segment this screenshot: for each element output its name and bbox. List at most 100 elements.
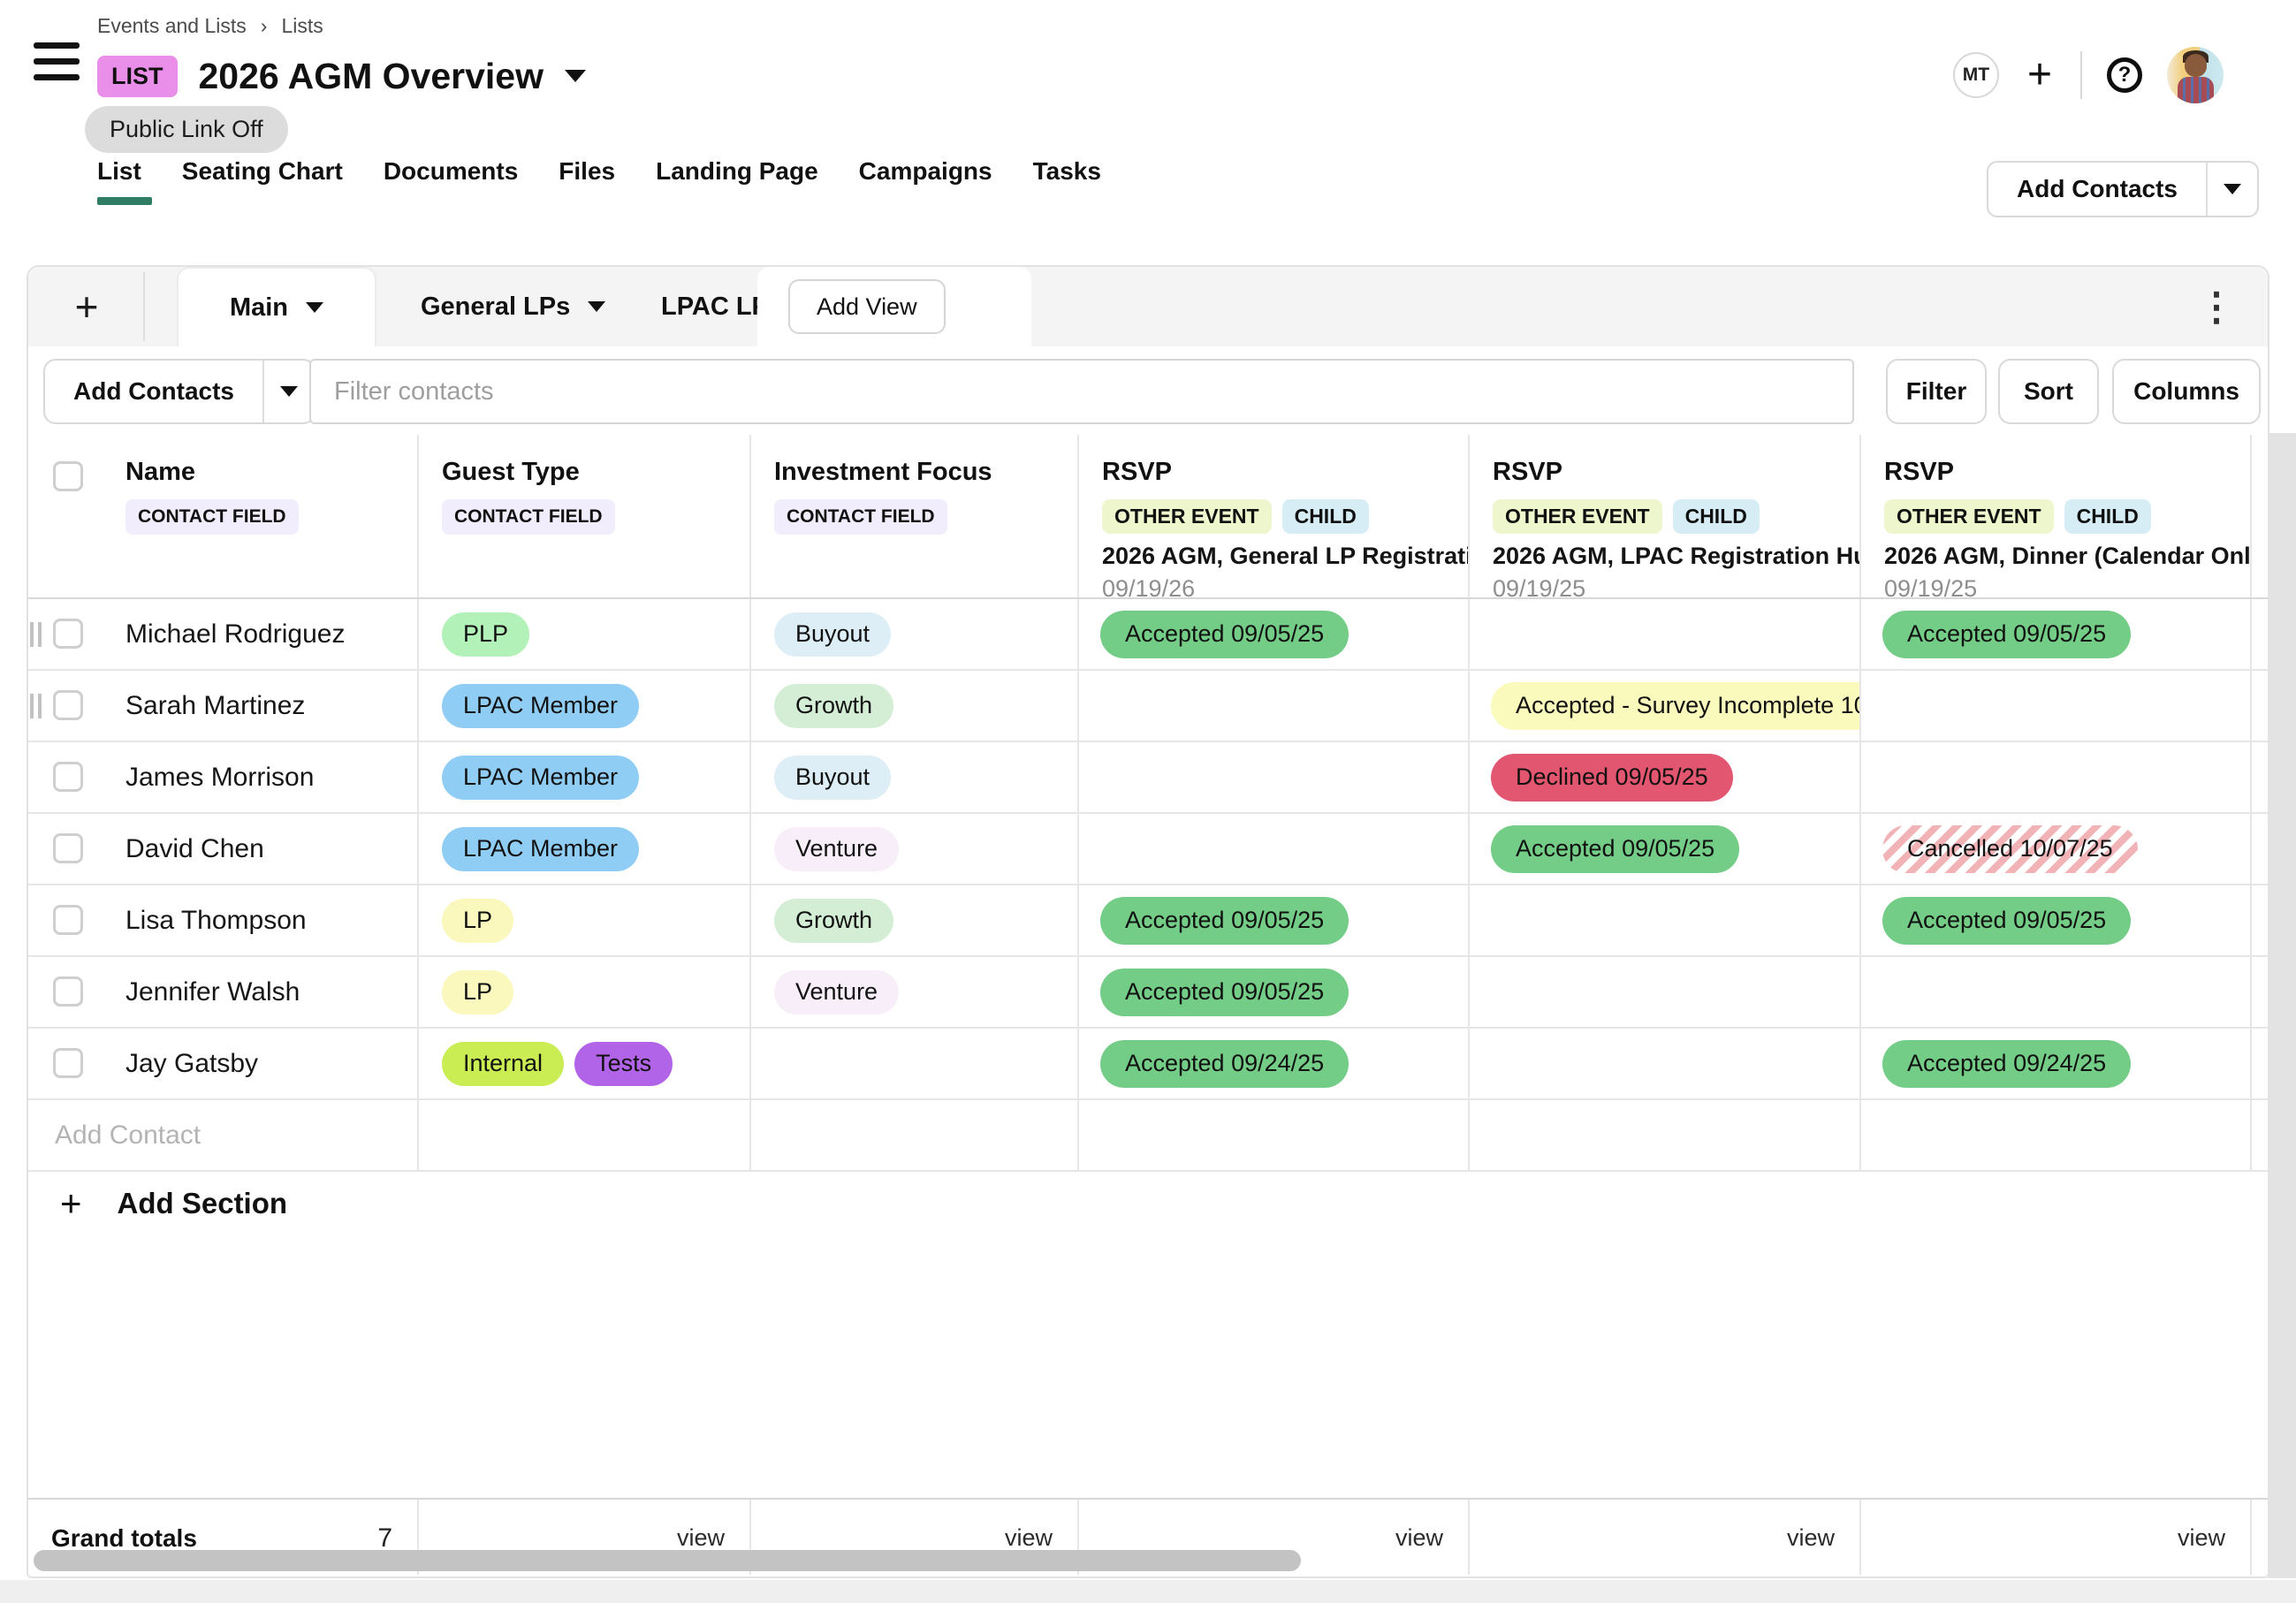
totals-view-link[interactable]: view xyxy=(1787,1524,1859,1552)
user-avatar[interactable] xyxy=(2167,47,2224,103)
cell-investment-focus[interactable]: Venture xyxy=(751,814,1079,884)
public-link-status-badge[interactable]: Public Link Off xyxy=(85,106,288,153)
view-tab-main-caret-icon[interactable] xyxy=(306,302,323,313)
cell-investment-focus[interactable]: Venture xyxy=(751,957,1079,1027)
cell-contact-name[interactable]: Michael Rodriguez xyxy=(28,599,419,669)
row-checkbox[interactable] xyxy=(53,762,83,792)
cell-rsvp-1[interactable] xyxy=(1079,671,1470,741)
column-header-name[interactable]: NameCONTACT FIELD xyxy=(28,435,419,597)
cell-contact-name[interactable]: David Chen xyxy=(28,814,419,884)
cell-guest-type[interactable]: PLP xyxy=(419,599,751,669)
tab-documents[interactable]: Documents xyxy=(384,157,518,205)
cell-rsvp-1[interactable]: Accepted 09/05/25 xyxy=(1079,599,1470,669)
cell-rsvp-3[interactable] xyxy=(1861,671,2252,741)
cell-investment-focus[interactable]: Growth xyxy=(751,671,1079,741)
column-header-rsvp[interactable]: RSVPOTHER EVENTCHILD2026 AGM, General LP… xyxy=(1079,435,1470,597)
add-icon[interactable]: + xyxy=(2024,54,2056,96)
tab-campaigns[interactable]: Campaigns xyxy=(859,157,992,205)
cell-rsvp-4[interactable]: Accepted xyxy=(2252,1029,2268,1098)
view-tab-general-lps[interactable]: General LPs xyxy=(421,267,605,346)
cell-investment-focus[interactable]: Buyout xyxy=(751,599,1079,669)
cell-guest-type[interactable]: LP xyxy=(419,885,751,955)
filter-button[interactable]: Filter xyxy=(1886,359,1987,424)
cell-rsvp-3[interactable] xyxy=(1861,742,2252,812)
add-view-tab-icon[interactable]: + xyxy=(53,267,120,346)
cell-rsvp-2[interactable] xyxy=(1470,885,1861,955)
columns-button[interactable]: Columns xyxy=(2112,359,2261,424)
cell-contact-name[interactable]: Sarah Martinez xyxy=(28,671,419,741)
select-all-checkbox[interactable] xyxy=(53,461,83,491)
breadcrumb-lists[interactable]: Lists xyxy=(281,14,323,38)
menu-icon[interactable] xyxy=(34,42,80,81)
vertical-scrollbar-track[interactable] xyxy=(2268,433,2296,1578)
tab-landing-page[interactable]: Landing Page xyxy=(656,157,818,205)
cell-contact-name[interactable]: James Morrison xyxy=(28,742,419,812)
cell-guest-type[interactable]: LPAC Member xyxy=(419,671,751,741)
cell-guest-type[interactable]: LP xyxy=(419,957,751,1027)
drag-handle-icon[interactable] xyxy=(30,694,42,718)
cell-investment-focus[interactable] xyxy=(751,1029,1079,1098)
totals-view-link[interactable]: view xyxy=(1005,1524,1077,1552)
cell-contact-name[interactable]: Jay Gatsby xyxy=(28,1029,419,1098)
cell-investment-focus[interactable]: Buyout xyxy=(751,742,1079,812)
kebab-menu-icon[interactable]: ⋮ xyxy=(2197,267,2236,346)
view-tab-main[interactable]: Main xyxy=(177,267,376,346)
cell-rsvp-3[interactable]: Cancelled 10/07/25 xyxy=(1861,814,2252,884)
cell-rsvp-2[interactable] xyxy=(1470,599,1861,669)
sort-button[interactable]: Sort xyxy=(1998,359,2099,424)
cell-investment-focus[interactable]: Growth xyxy=(751,885,1079,955)
cell-rsvp-4[interactable] xyxy=(2252,885,2268,955)
cell-rsvp-2[interactable] xyxy=(1470,957,1861,1027)
column-header-guest-type[interactable]: Guest TypeCONTACT FIELD xyxy=(419,435,751,597)
add-contact-cell[interactable]: Add Contact xyxy=(28,1100,419,1170)
workspace-initials-badge[interactable]: MT xyxy=(1953,52,1999,98)
cell-rsvp-4[interactable]: Accepted xyxy=(2252,599,2268,669)
tab-seating-chart[interactable]: Seating Chart xyxy=(182,157,343,205)
view-tab-general-lps-caret-icon[interactable] xyxy=(588,301,605,312)
totals-view-link[interactable]: view xyxy=(1395,1524,1468,1552)
row-checkbox[interactable] xyxy=(53,690,83,720)
horizontal-scrollbar[interactable] xyxy=(34,1550,1301,1571)
column-header-rsvp[interactable]: RSVPOTHER EVENTCHILD2026 AGM, LPAC Regis… xyxy=(1470,435,1861,597)
add-contacts-button[interactable]: Add Contacts xyxy=(1988,163,2206,216)
row-checkbox[interactable] xyxy=(53,619,83,649)
add-section-button[interactable]: + Add Section xyxy=(60,1182,287,1225)
cell-guest-type[interactable]: LPAC Member xyxy=(419,814,751,884)
row-checkbox[interactable] xyxy=(53,833,83,863)
cell-rsvp-2[interactable]: Declined 09/05/25 xyxy=(1470,742,1861,812)
cell-rsvp-2[interactable] xyxy=(1470,1029,1861,1098)
totals-view-link[interactable]: view xyxy=(2178,1524,2250,1552)
help-icon[interactable]: ? xyxy=(2107,57,2142,93)
cell-rsvp-1[interactable]: Accepted 09/24/25 xyxy=(1079,1029,1470,1098)
column-header-investment-focus[interactable]: Investment FocusCONTACT FIELD xyxy=(751,435,1079,597)
column-header-rsvp[interactable]: RSVPOTHER EVENTCHILD2026 AGM09/19/25 xyxy=(2252,435,2268,597)
cell-rsvp-3[interactable]: Accepted 09/05/25 xyxy=(1861,599,2252,669)
filter-contacts-input[interactable] xyxy=(309,359,1854,424)
cell-rsvp-1[interactable]: Accepted 09/05/25 xyxy=(1079,957,1470,1027)
add-contacts-caret[interactable] xyxy=(2206,163,2257,216)
add-contact-placeholder[interactable]: Add Contact xyxy=(28,1121,201,1151)
tab-list[interactable]: List xyxy=(97,157,141,205)
cell-rsvp-4[interactable]: Accepted xyxy=(2252,814,2268,884)
breadcrumb-events-and-lists[interactable]: Events and Lists xyxy=(97,14,247,38)
cell-rsvp-3[interactable] xyxy=(1861,957,2252,1027)
cell-rsvp-1[interactable] xyxy=(1079,814,1470,884)
tab-tasks[interactable]: Tasks xyxy=(1033,157,1101,205)
toolbar-add-contacts-caret[interactable] xyxy=(262,361,314,422)
cell-rsvp-2[interactable]: Accepted 09/05/25 xyxy=(1470,814,1861,884)
row-checkbox[interactable] xyxy=(53,905,83,935)
title-caret-down-icon[interactable] xyxy=(565,70,586,82)
add-view-button[interactable]: Add View xyxy=(788,279,946,334)
cell-rsvp-3[interactable]: Accepted 09/05/25 xyxy=(1861,885,2252,955)
toolbar-add-contacts-button[interactable]: Add Contacts xyxy=(45,361,262,422)
cell-rsvp-3[interactable]: Accepted 09/24/25 xyxy=(1861,1029,2252,1098)
cell-guest-type[interactable]: LPAC Member xyxy=(419,742,751,812)
drag-handle-icon[interactable] xyxy=(30,622,42,647)
cell-rsvp-1[interactable] xyxy=(1079,742,1470,812)
cell-rsvp-4[interactable] xyxy=(2252,742,2268,812)
cell-rsvp-1[interactable]: Accepted 09/05/25 xyxy=(1079,885,1470,955)
row-checkbox[interactable] xyxy=(53,1048,83,1078)
cell-contact-name[interactable]: Lisa Thompson xyxy=(28,885,419,955)
tab-files[interactable]: Files xyxy=(559,157,615,205)
column-header-rsvp[interactable]: RSVPOTHER EVENTCHILD2026 AGM, Dinner (Ca… xyxy=(1861,435,2252,597)
